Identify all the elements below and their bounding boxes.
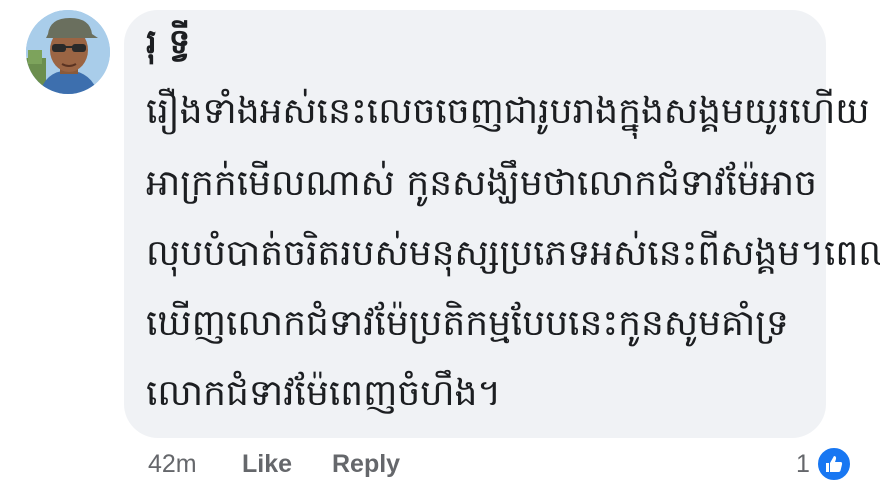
like-button[interactable]: Like (242, 450, 332, 479)
reaction-count: 1 (796, 449, 810, 478)
reaction-summary[interactable]: 1 (796, 445, 852, 483)
comment-actions: 42m Like Reply (148, 444, 400, 484)
comment-text-line: លុបបំបាត់ចរិតរបស់មនុស្សប្រភេទអស់នេះពីសង្… (146, 233, 880, 274)
reply-button[interactable]: Reply (332, 450, 400, 479)
thumbs-up-icon (815, 446, 852, 482)
avatar-photo (26, 10, 110, 94)
comment-text-line: លោកជំទាវម៉ែពេញចំហឹង។ (146, 373, 502, 414)
comment-text-line: រឿងទាំងអស់នេះលេចចេញជារូបរាងក្នុងសង្គមយូរ… (146, 91, 870, 132)
comment-bubble: រុ ទ្វី រឿងទាំងអស់នេះលេចចេញជារូបរាងក្នុង… (124, 10, 880, 438)
avatar[interactable] (26, 10, 110, 94)
comment-text-line: អាក្រក់មើលណាស់ កូនសង្ឃឹមថាលោកជំទាវម៉ែអាច (146, 163, 817, 204)
comment-text-line: ឃើញលោកជំទាវម៉ែប្រតិកម្មបែបនេះកូនសូមគាំទ្… (146, 303, 789, 344)
comment-timestamp[interactable]: 42m (148, 450, 242, 479)
comment-author[interactable]: រុ ទ្វី (146, 23, 190, 61)
